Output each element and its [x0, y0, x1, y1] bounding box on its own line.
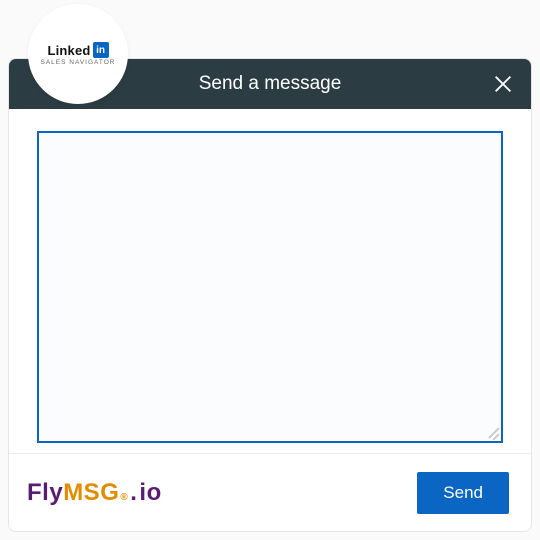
- brand-msg: MSG: [63, 479, 119, 507]
- badge-subtext: SALES NAVIGATOR: [41, 59, 116, 66]
- message-input[interactable]: [37, 131, 503, 443]
- linkedin-sales-navigator-badge: Linked in SALES NAVIGATOR: [28, 4, 128, 104]
- brand-reg: ®: [120, 492, 128, 503]
- message-panel: Send a message FlyMSG®.io Send: [8, 58, 532, 532]
- brand-dot: .: [130, 479, 137, 507]
- brand-io: io: [139, 479, 161, 507]
- panel-body: [9, 109, 531, 453]
- linkedin-in-icon: in: [93, 42, 109, 58]
- panel-title: Send a message: [199, 73, 342, 95]
- brand-fly: Fly: [27, 479, 63, 507]
- send-button[interactable]: Send: [417, 472, 509, 514]
- close-button[interactable]: [489, 70, 517, 98]
- close-icon: [492, 73, 514, 95]
- badge-linked-text: Linked: [47, 43, 90, 58]
- panel-footer: FlyMSG®.io Send: [9, 453, 531, 531]
- flymsg-logo: FlyMSG®.io: [27, 479, 162, 507]
